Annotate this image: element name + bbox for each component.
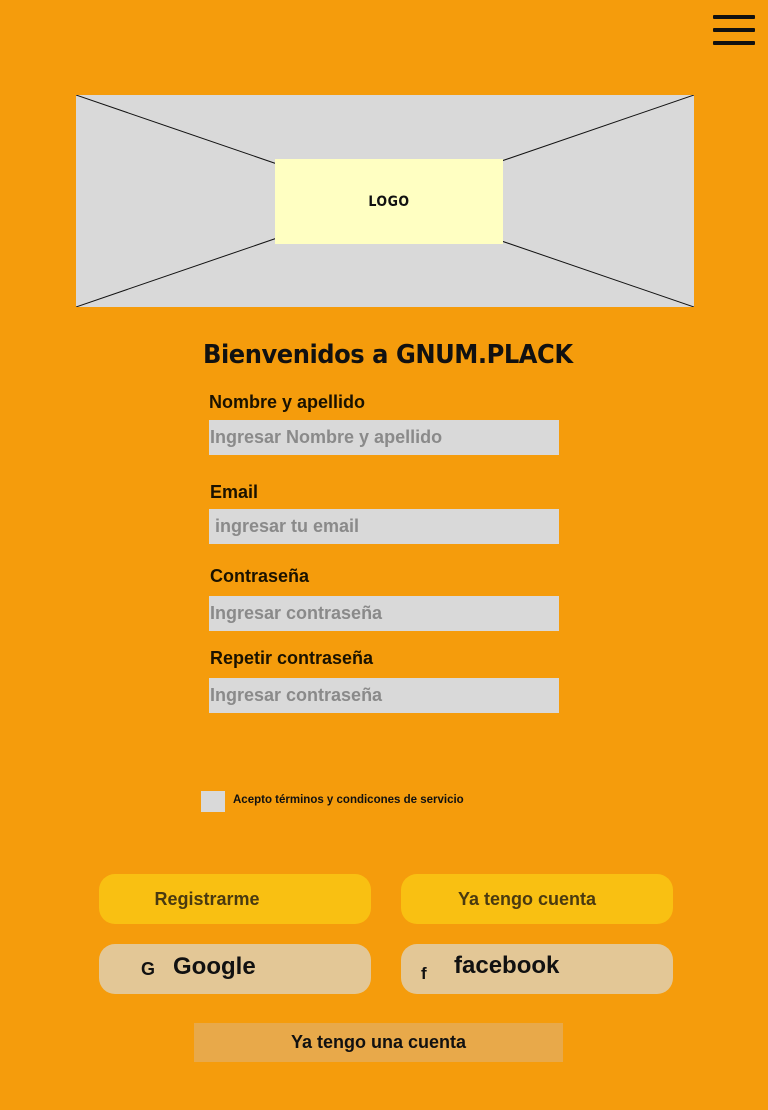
have-account-button[interactable]: Ya tengo cuenta	[401, 874, 673, 924]
terms-checkbox[interactable]	[201, 791, 225, 812]
register-button-label: Registrarme	[154, 888, 260, 909]
hamburger-menu-icon[interactable]	[713, 15, 755, 45]
menu-bar	[713, 41, 755, 45]
logo-text: LOGO	[368, 193, 410, 210]
facebook-icon: f	[421, 964, 427, 983]
google-button-label: Google	[173, 953, 256, 980]
email-input[interactable]	[209, 509, 559, 544]
password-label: Contraseña	[210, 566, 310, 586]
have-an-account-button-label: Ya tengo una cuenta	[290, 1032, 467, 1052]
logo-banner-placeholder: LOGO	[76, 95, 694, 307]
email-label: Email	[210, 482, 259, 502]
google-icon: G	[141, 959, 156, 979]
password-input[interactable]	[209, 596, 559, 631]
have-an-account-button[interactable]: Ya tengo una cuenta	[194, 1023, 563, 1062]
menu-bar	[713, 28, 755, 32]
facebook-login-button[interactable]: f facebook	[401, 944, 673, 994]
google-login-button[interactable]: G Google	[99, 944, 371, 994]
facebook-button-label: facebook	[454, 952, 560, 979]
have-account-button-label: Ya tengo cuenta	[457, 888, 597, 909]
menu-bar	[713, 15, 755, 19]
page-title: Bienvenidos a GNUM.PLACK	[203, 340, 573, 370]
terms-label: Acepto términos y condicones de servicio	[233, 794, 464, 806]
name-label: Nombre y apellido	[209, 392, 366, 412]
logo: LOGO	[275, 159, 503, 244]
name-input[interactable]	[209, 420, 559, 455]
repeat-password-input[interactable]	[209, 678, 559, 713]
repeat-password-label: Repetir contraseña	[210, 648, 374, 668]
register-button[interactable]: Registrarme	[99, 874, 371, 924]
